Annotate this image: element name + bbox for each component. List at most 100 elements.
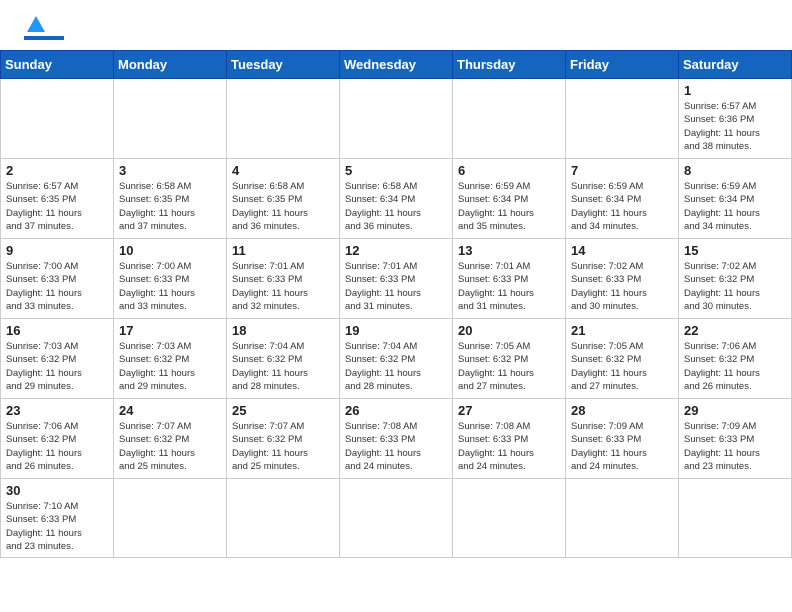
day-number: 20: [458, 323, 560, 338]
calendar-cell: 4Sunrise: 6:58 AM Sunset: 6:35 PM Daylig…: [227, 159, 340, 239]
day-info: Sunrise: 7:09 AM Sunset: 6:33 PM Dayligh…: [684, 420, 786, 473]
day-info: Sunrise: 7:02 AM Sunset: 6:32 PM Dayligh…: [684, 260, 786, 313]
day-info: Sunrise: 7:01 AM Sunset: 6:33 PM Dayligh…: [232, 260, 334, 313]
day-number: 16: [6, 323, 108, 338]
day-number: 21: [571, 323, 673, 338]
day-number: 13: [458, 243, 560, 258]
day-number: 14: [571, 243, 673, 258]
calendar-cell: 9Sunrise: 7:00 AM Sunset: 6:33 PM Daylig…: [1, 239, 114, 319]
calendar-header-friday: Friday: [566, 51, 679, 79]
calendar-cell: 14 Sunrise: 7:02 AM Sunset: 6:33 PM Dayli…: [566, 239, 679, 319]
day-number: 6: [458, 163, 560, 178]
logo-underline: [24, 36, 64, 40]
day-info: Sunrise: 6:58 AM Sunset: 6:35 PM Dayligh…: [232, 180, 334, 233]
calendar-cell: 19Sunrise: 7:04 AM Sunset: 6:32 PM Dayli…: [340, 319, 453, 399]
day-info: Sunrise: 7:03 AM Sunset: 6:32 PM Dayligh…: [119, 340, 221, 393]
calendar-cell: 26 Sunrise: 7:08 AM Sunset: 6:33 PM Dayli…: [340, 399, 453, 479]
calendar-cell: 27 Sunrise: 7:08 AM Sunset: 6:33 PM Dayli…: [453, 399, 566, 479]
calendar-cell: 30 Sunrise: 7:10 AM Sunset: 6:33 PM Dayli…: [1, 479, 114, 558]
calendar-header-saturday: Saturday: [679, 51, 792, 79]
day-info: Sunrise: 6:57 AM Sunset: 6:35 PM Dayligh…: [6, 180, 108, 233]
day-number: 1: [684, 83, 786, 98]
calendar-cell: 29Sunrise: 7:09 AM Sunset: 6:33 PM Dayli…: [679, 399, 792, 479]
calendar-cell: [453, 479, 566, 558]
calendar-cell: 23 Sunrise: 7:06 AM Sunset: 6:32 PM Dayli…: [1, 399, 114, 479]
calendar-cell: 5 Sunrise: 6:58 AM Sunset: 6:34 PM Daylig…: [340, 159, 453, 239]
day-number: 17: [119, 323, 221, 338]
calendar-cell: 24 Sunrise: 7:07 AM Sunset: 6:32 PM Dayli…: [114, 399, 227, 479]
day-info: Sunrise: 7:04 AM Sunset: 6:32 PM Dayligh…: [232, 340, 334, 393]
calendar-table: SundayMondayTuesdayWednesdayThursdayFrid…: [0, 50, 792, 558]
calendar-week-row: 30 Sunrise: 7:10 AM Sunset: 6:33 PM Dayli…: [1, 479, 792, 558]
calendar-cell: [679, 479, 792, 558]
calendar-header-monday: Monday: [114, 51, 227, 79]
calendar-cell: 12 Sunrise: 7:01 AM Sunset: 6:33 PM Dayli…: [340, 239, 453, 319]
calendar-cell: [566, 479, 679, 558]
calendar-header-thursday: Thursday: [453, 51, 566, 79]
day-number: 12: [345, 243, 447, 258]
day-number: 22: [684, 323, 786, 338]
calendar-week-row: 9Sunrise: 7:00 AM Sunset: 6:33 PM Daylig…: [1, 239, 792, 319]
calendar-cell: [453, 79, 566, 159]
calendar-cell: 28 Sunrise: 7:09 AM Sunset: 6:33 PM Dayli…: [566, 399, 679, 479]
day-info: Sunrise: 6:59 AM Sunset: 6:34 PM Dayligh…: [684, 180, 786, 233]
day-number: 5: [345, 163, 447, 178]
day-number: 7: [571, 163, 673, 178]
day-info: Sunrise: 7:02 AM Sunset: 6:33 PM Dayligh…: [571, 260, 673, 313]
calendar-cell: [1, 79, 114, 159]
logo: [24, 18, 64, 40]
day-info: Sunrise: 7:07 AM Sunset: 6:32 PM Dayligh…: [119, 420, 221, 473]
day-info: Sunrise: 7:00 AM Sunset: 6:33 PM Dayligh…: [6, 260, 108, 313]
day-number: 11: [232, 243, 334, 258]
calendar-cell: [340, 479, 453, 558]
calendar-cell: 20 Sunrise: 7:05 AM Sunset: 6:32 PM Dayli…: [453, 319, 566, 399]
calendar-cell: [114, 479, 227, 558]
calendar-header-sunday: Sunday: [1, 51, 114, 79]
day-number: 27: [458, 403, 560, 418]
calendar-week-row: 23 Sunrise: 7:06 AM Sunset: 6:32 PM Dayli…: [1, 399, 792, 479]
calendar-header-tuesday: Tuesday: [227, 51, 340, 79]
calendar-cell: [114, 79, 227, 159]
logo-triangle-icon: [27, 16, 45, 32]
day-number: 30: [6, 483, 108, 498]
day-info: Sunrise: 7:08 AM Sunset: 6:33 PM Dayligh…: [458, 420, 560, 473]
calendar-cell: [340, 79, 453, 159]
day-number: 26: [345, 403, 447, 418]
day-number: 15: [684, 243, 786, 258]
day-info: Sunrise: 7:09 AM Sunset: 6:33 PM Dayligh…: [571, 420, 673, 473]
day-info: Sunrise: 7:07 AM Sunset: 6:32 PM Dayligh…: [232, 420, 334, 473]
calendar-cell: 16Sunrise: 7:03 AM Sunset: 6:32 PM Dayli…: [1, 319, 114, 399]
day-info: Sunrise: 7:05 AM Sunset: 6:32 PM Dayligh…: [458, 340, 560, 393]
calendar-header-row: SundayMondayTuesdayWednesdayThursdayFrid…: [1, 51, 792, 79]
calendar-week-row: 2Sunrise: 6:57 AM Sunset: 6:35 PM Daylig…: [1, 159, 792, 239]
calendar-cell: 18 Sunrise: 7:04 AM Sunset: 6:32 PM Dayli…: [227, 319, 340, 399]
calendar-cell: 10Sunrise: 7:00 AM Sunset: 6:33 PM Dayli…: [114, 239, 227, 319]
day-number: 18: [232, 323, 334, 338]
calendar-cell: 25Sunrise: 7:07 AM Sunset: 6:32 PM Dayli…: [227, 399, 340, 479]
calendar-cell: 3 Sunrise: 6:58 AM Sunset: 6:35 PM Daylig…: [114, 159, 227, 239]
day-number: 23: [6, 403, 108, 418]
page-header: [0, 0, 792, 50]
day-info: Sunrise: 6:58 AM Sunset: 6:34 PM Dayligh…: [345, 180, 447, 233]
calendar-cell: 2Sunrise: 6:57 AM Sunset: 6:35 PM Daylig…: [1, 159, 114, 239]
day-info: Sunrise: 7:08 AM Sunset: 6:33 PM Dayligh…: [345, 420, 447, 473]
calendar-cell: 6Sunrise: 6:59 AM Sunset: 6:34 PM Daylig…: [453, 159, 566, 239]
day-number: 8: [684, 163, 786, 178]
day-number: 3: [119, 163, 221, 178]
day-info: Sunrise: 7:04 AM Sunset: 6:32 PM Dayligh…: [345, 340, 447, 393]
calendar-cell: [227, 479, 340, 558]
day-info: Sunrise: 7:01 AM Sunset: 6:33 PM Dayligh…: [345, 260, 447, 313]
day-number: 24: [119, 403, 221, 418]
day-info: Sunrise: 7:06 AM Sunset: 6:32 PM Dayligh…: [6, 420, 108, 473]
day-info: Sunrise: 6:58 AM Sunset: 6:35 PM Dayligh…: [119, 180, 221, 233]
calendar-cell: 8 Sunrise: 6:59 AM Sunset: 6:34 PM Daylig…: [679, 159, 792, 239]
calendar-cell: 1Sunrise: 6:57 AM Sunset: 6:36 PM Daylig…: [679, 79, 792, 159]
calendar-cell: 17 Sunrise: 7:03 AM Sunset: 6:32 PM Dayli…: [114, 319, 227, 399]
day-info: Sunrise: 7:10 AM Sunset: 6:33 PM Dayligh…: [6, 500, 108, 553]
day-number: 28: [571, 403, 673, 418]
calendar-cell: [227, 79, 340, 159]
day-number: 10: [119, 243, 221, 258]
day-info: Sunrise: 7:05 AM Sunset: 6:32 PM Dayligh…: [571, 340, 673, 393]
day-info: Sunrise: 6:59 AM Sunset: 6:34 PM Dayligh…: [571, 180, 673, 233]
calendar-cell: 13Sunrise: 7:01 AM Sunset: 6:33 PM Dayli…: [453, 239, 566, 319]
